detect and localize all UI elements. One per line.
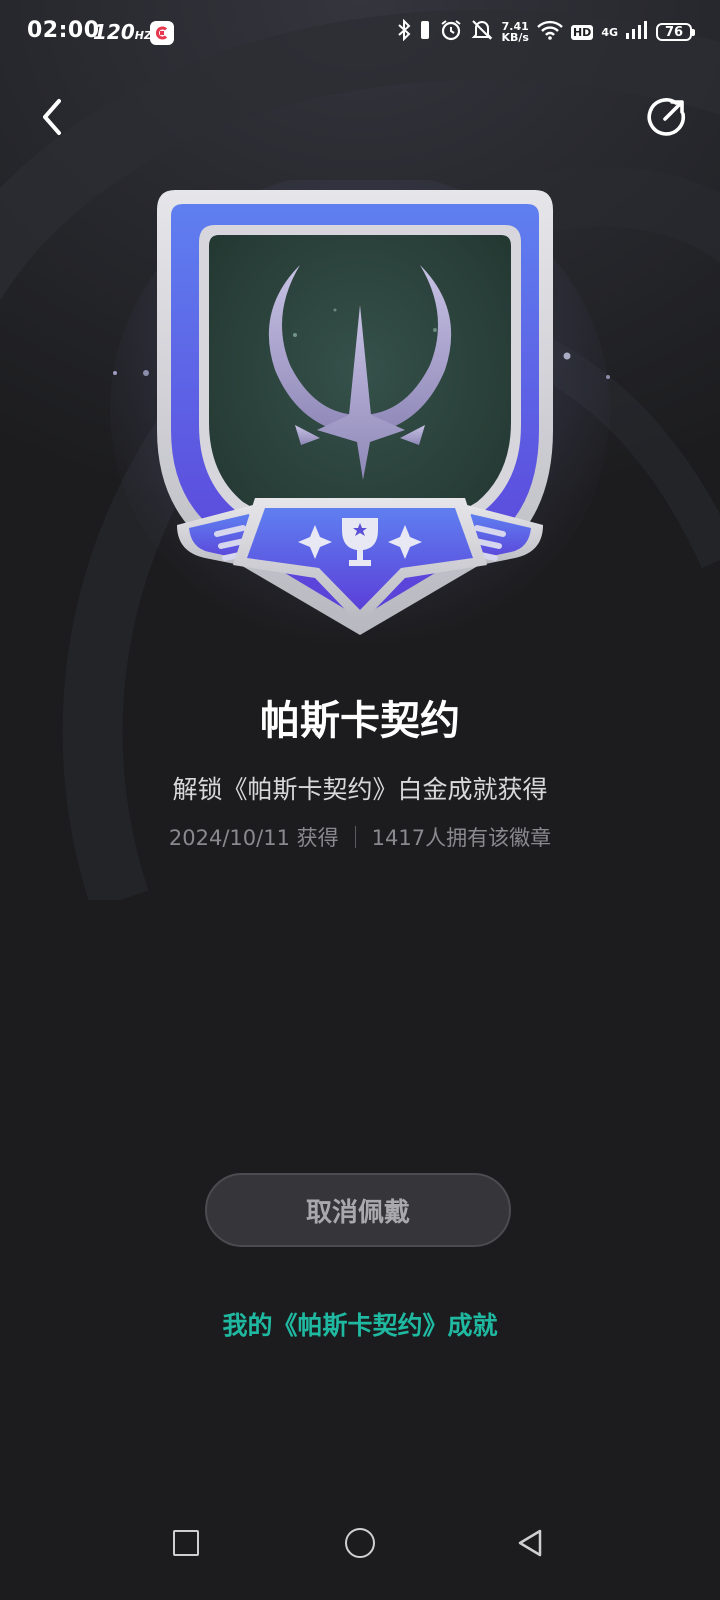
alarm-icon [439, 18, 463, 46]
mute-icon [471, 18, 493, 46]
badge-title: 帕斯卡契约 [260, 698, 460, 744]
back-button[interactable] [30, 92, 74, 142]
signal-icon [626, 21, 648, 43]
app-c-icon [150, 21, 174, 45]
back-triangle-icon[interactable] [516, 1528, 544, 1558]
hd-badge: HD [570, 24, 594, 40]
achievement-badge-icon [110, 180, 610, 650]
chevron-left-icon [43, 99, 61, 135]
status-time: 02:00 [27, 18, 100, 43]
my-achievements-link[interactable]: 我的《帕斯卡契约》成就 [0, 1306, 720, 1342]
vibrate-icon [419, 19, 431, 45]
status-icons: 7.41 KB/s HD 4G 76 [397, 16, 695, 48]
system-nav-bar [0, 1520, 720, 1600]
home-icon[interactable] [345, 1528, 375, 1558]
owner-count: 1417人拥有该徽章 [371, 826, 552, 850]
badge-meta: 2024/10/11 获得 1417人拥有该徽章 [0, 822, 720, 852]
obtained-date: 2024/10/11 获得 [168, 826, 339, 850]
badge-detail-screen: 02:00 120HZ 7.41 KB/s HD 4G 76 帕斯卡契约 解锁《… [0, 0, 720, 1600]
network-type: 4G [601, 25, 618, 39]
cancel-wear-button[interactable]: 取消佩戴 [205, 1173, 511, 1247]
wifi-icon [537, 20, 563, 44]
status-bar: 02:00 120HZ 7.41 KB/s HD 4G 76 [0, 0, 720, 64]
refresh-rate: 120HZ [93, 20, 152, 44]
share-icon [647, 98, 686, 136]
share-button[interactable] [642, 92, 692, 142]
meta-divider [354, 826, 356, 848]
badge-description: 解锁《帕斯卡契约》白金成就获得 [172, 775, 548, 804]
bluetooth-icon [397, 18, 411, 45]
battery-icon: 76 [656, 23, 695, 41]
recent-apps-icon[interactable] [173, 1530, 199, 1556]
network-speed: 7.41 KB/s [501, 20, 529, 44]
